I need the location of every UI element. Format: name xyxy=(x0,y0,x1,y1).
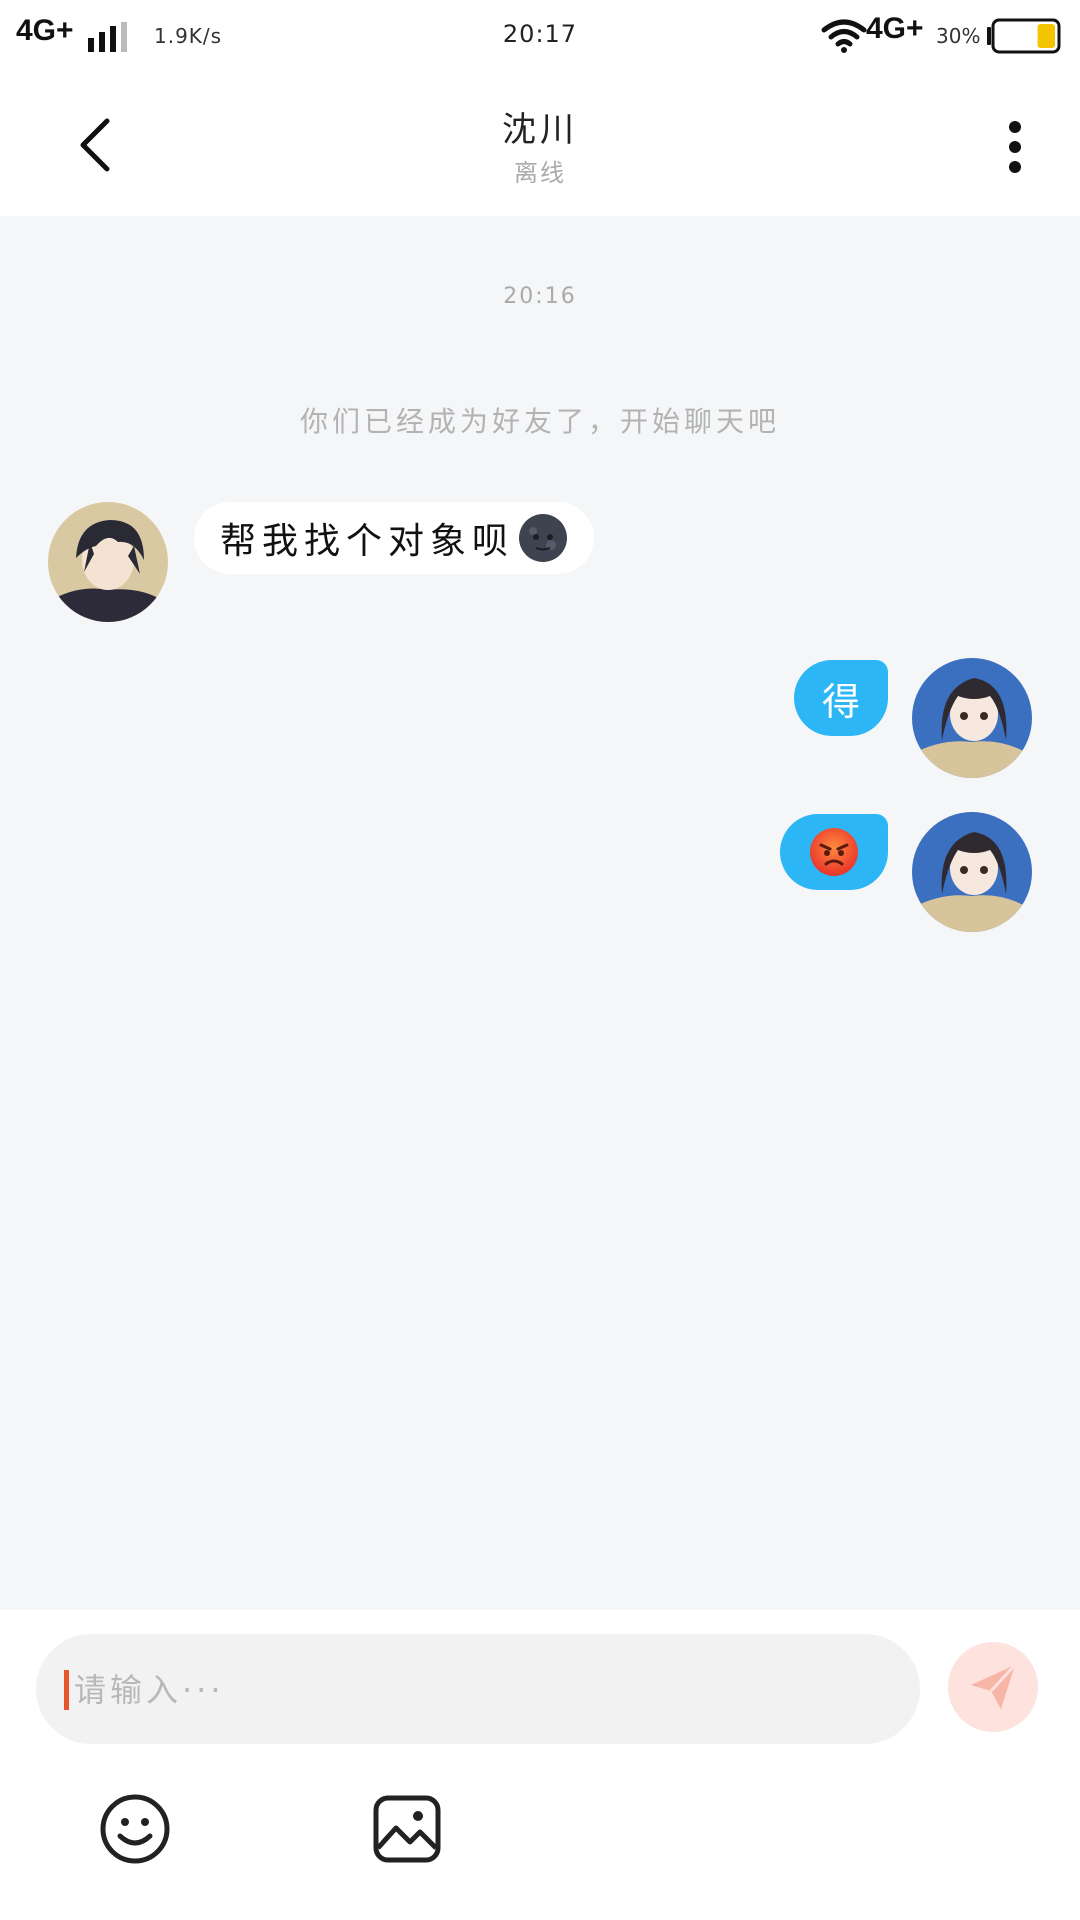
new-moon-face-emoji xyxy=(519,514,568,562)
battery-icon xyxy=(987,18,1061,54)
incoming-message-bubble[interactable]: 帮我找个对象呗 xyxy=(194,502,595,574)
message-list[interactable]: 20:16 你们已经成为好友了，开始聊天吧 帮我找个对象呗 得 xyxy=(0,216,1080,1610)
emoji-icon xyxy=(100,1794,170,1864)
outgoing-message-text: 得 xyxy=(821,679,860,724)
emoji-button[interactable] xyxy=(98,1792,172,1866)
image-button[interactable] xyxy=(370,1792,444,1866)
more-vertical-icon xyxy=(1009,121,1021,173)
contact-name: 沈川 xyxy=(502,110,578,150)
input-panel xyxy=(0,1610,1080,1920)
outgoing-emoji-bubble[interactable] xyxy=(780,814,888,890)
chat-header: 沈川 离线 xyxy=(0,72,1080,216)
network-type-label-2: 4G+ xyxy=(866,12,924,45)
my-avatar[interactable] xyxy=(912,658,1032,778)
angry-face-emoji xyxy=(810,828,858,876)
wifi-icon xyxy=(821,19,867,53)
message-timestamp: 20:16 xyxy=(503,284,577,309)
battery-percent: 30% xyxy=(936,24,981,48)
image-icon xyxy=(373,1795,441,1863)
more-options-button[interactable] xyxy=(990,112,1040,182)
incoming-message-text: 帮我找个对象呗 xyxy=(220,521,515,562)
message-input[interactable] xyxy=(66,1634,896,1746)
my-avatar[interactable] xyxy=(912,812,1032,932)
contact-status: 离线 xyxy=(514,159,566,187)
message-input-box[interactable] xyxy=(36,1634,920,1746)
status-bar: 4G+ 1.9K/s 20:17 4G+ 30% xyxy=(0,0,1080,72)
outgoing-message-bubble[interactable]: 得 xyxy=(794,660,888,736)
system-notice: 你们已经成为好友了，开始聊天吧 xyxy=(299,405,780,438)
send-button[interactable] xyxy=(948,1642,1038,1732)
contact-avatar[interactable] xyxy=(48,502,168,622)
chat-title: 沈川 离线 xyxy=(0,102,1080,188)
send-icon xyxy=(971,1663,1017,1709)
